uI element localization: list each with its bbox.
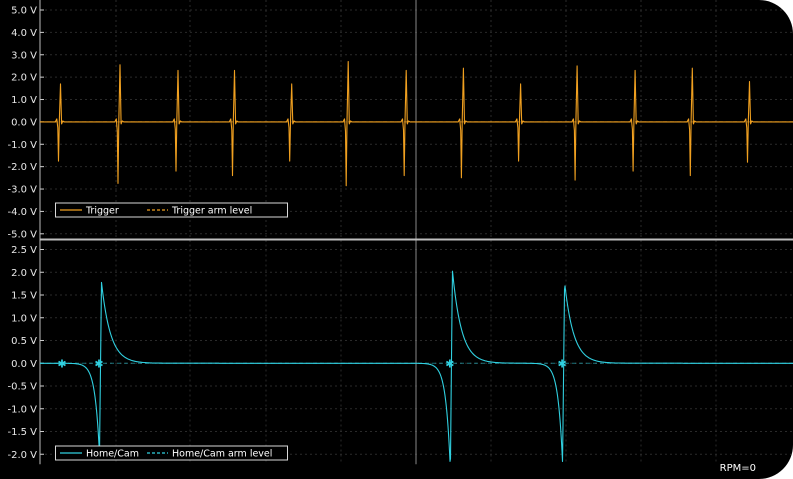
chart-canvas: 5.0 V 4.0 V 3.0 V 2.0 V 1.0 V 0.0 V -1.0 V -2.0… [7, 0, 793, 474]
y-tick-label: -3.0 V [7, 185, 37, 196]
trigger-marker: ✱ [94, 357, 103, 370]
y-tick-label: -1.0 V [7, 140, 37, 151]
legend-label: Home/Cam arm level [172, 449, 272, 460]
y-tick-label: 2.0 V [11, 73, 37, 84]
legend-label: Trigger arm level [171, 206, 252, 217]
y-tick-label: 1.0 V [11, 95, 37, 106]
y-tick-label: 5.0 V [11, 6, 37, 17]
trigger-marker: ✱ [445, 357, 454, 370]
y-tick-label: -2.0 V [7, 162, 37, 173]
legend-label: Trigger [85, 206, 119, 217]
y-tick-label: -2.0 V [7, 450, 37, 461]
y-tick-label: -1.5 V [7, 427, 37, 438]
rpm-readout: RPM=0 [720, 463, 756, 474]
y-tick-label: 0.0 V [11, 117, 37, 128]
y-tick-label: 1.0 V [11, 313, 37, 324]
y-tick-label: 2.5 V [11, 245, 37, 256]
legend-label: Home/Cam [86, 449, 139, 460]
y-tick-label: -4.0 V [7, 207, 37, 218]
y-tick-label: 1.5 V [11, 291, 37, 302]
y-tick-label: 3.0 V [11, 50, 37, 61]
y-tick-label: -0.5 V [7, 382, 37, 393]
y-tick-label: 2.0 V [11, 268, 37, 279]
home-cam-panel: 2.5 V 2.0 V 1.5 V 1.0 V 0.5 V 0.0 V -0.5 V -1.0… [7, 239, 793, 465]
oscilloscope-view: 5.0 V 4.0 V 3.0 V 2.0 V 1.0 V 0.0 V -1.0 V -2.0… [0, 0, 793, 479]
trigger-panel: 5.0 V 4.0 V 3.0 V 2.0 V 1.0 V 0.0 V -1.0 V -2.0… [7, 0, 793, 244]
y-tick-label: 0.5 V [11, 336, 37, 347]
y-tick-label: -1.0 V [7, 404, 37, 415]
legend: Home/Cam Home/Cam arm level [55, 445, 288, 461]
y-tick-label: -5.0 V [7, 229, 37, 240]
trigger-marker: ✱ [557, 357, 566, 370]
legend: Trigger Trigger arm level [55, 202, 288, 218]
y-tick-label: 0.0 V [11, 359, 37, 370]
y-tick-label: 4.0 V [11, 28, 37, 39]
